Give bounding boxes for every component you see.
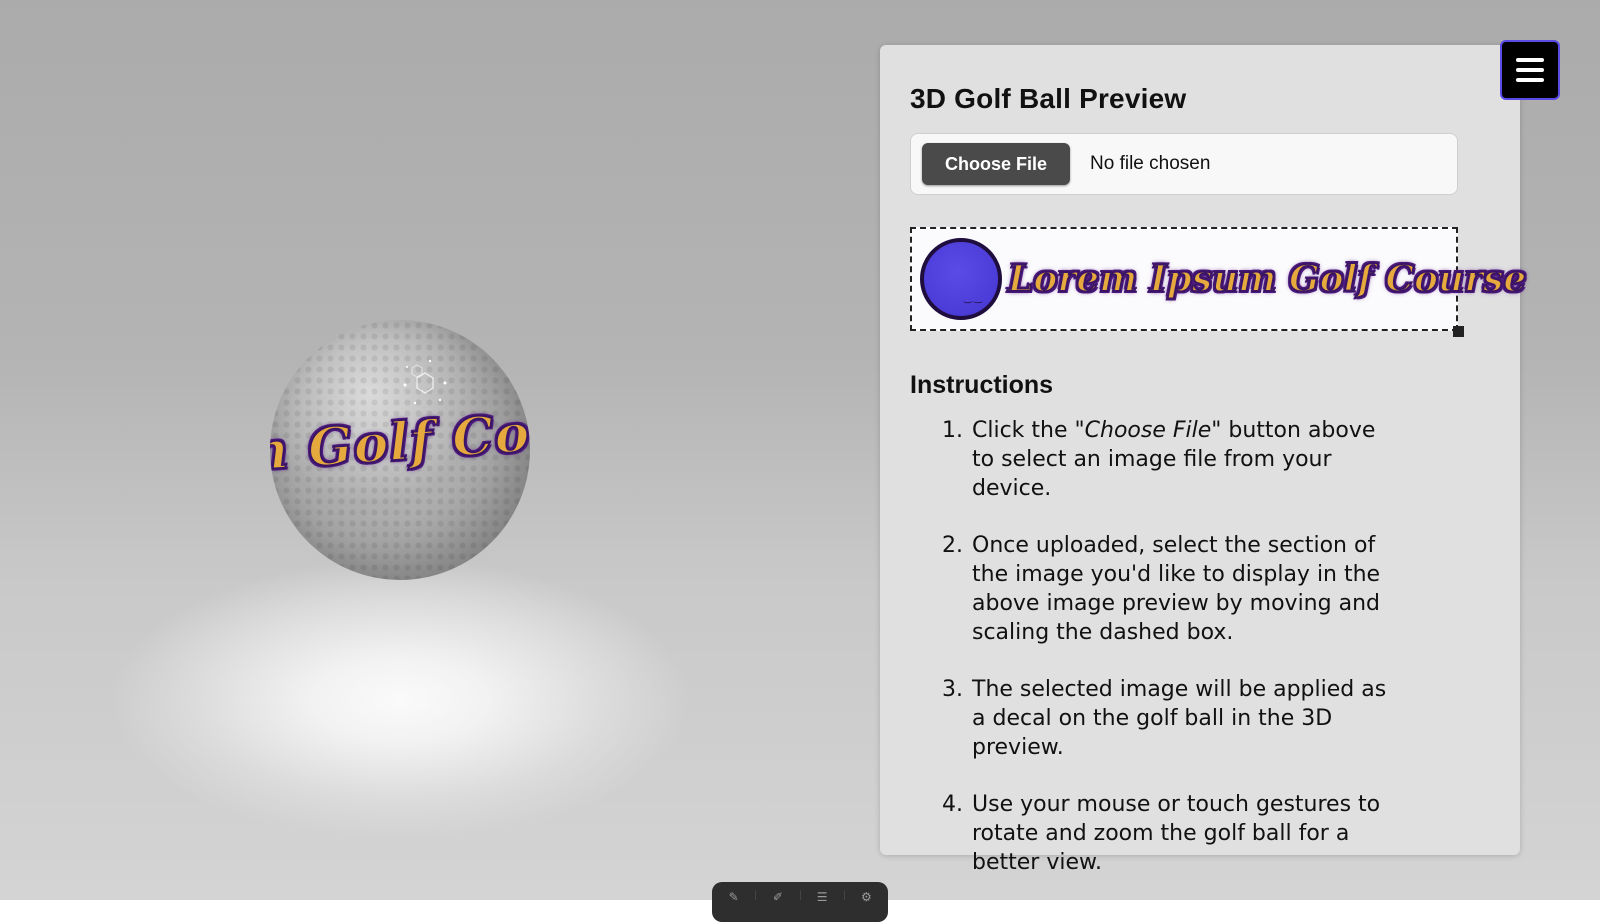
resize-handle[interactable] bbox=[1453, 326, 1464, 337]
toolbar-brush-icon[interactable]: ✐ bbox=[756, 890, 801, 904]
file-status-text: No file chosen bbox=[1090, 153, 1211, 174]
instruction-step: The selected image will be applied as a … bbox=[970, 675, 1400, 762]
panel-title: 3D Golf Ball Preview bbox=[910, 83, 1187, 114]
hamburger-icon-line bbox=[1516, 68, 1544, 72]
decal-crop-box[interactable]: ‿‿ Lorem Ipsum Golf Course bbox=[910, 227, 1527, 337]
instructions-list: Click the "Choose File" button above to … bbox=[910, 416, 1400, 877]
instruction-step: Once uploaded, select the section of the… bbox=[970, 531, 1400, 647]
choose-file-button[interactable]: Choose File bbox=[922, 143, 1070, 185]
toolbar-lines-icon[interactable]: ☰ bbox=[801, 890, 845, 904]
hamburger-icon-line bbox=[1516, 78, 1544, 82]
instructions-heading: Instructions bbox=[910, 371, 1054, 399]
toolbar-pen-icon[interactable]: ✎ bbox=[712, 890, 757, 904]
hamburger-menu-button[interactable] bbox=[1500, 40, 1560, 100]
golf-ball-3d[interactable]: n Golf Course bbox=[270, 320, 530, 580]
bottom-toolbar[interactable]: ✎ ✐ ☰ ⚙ bbox=[712, 882, 888, 922]
instruction-step: Use your mouse or touch gestures to rota… bbox=[970, 790, 1400, 877]
hamburger-icon bbox=[1516, 58, 1544, 62]
file-input[interactable]: Choose File No file chosen bbox=[910, 133, 1458, 195]
control-panel: 3D Golf Ball Preview Choose File No file… bbox=[880, 45, 1527, 875]
decal-preview-text: Lorem Ipsum Golf Course bbox=[1007, 257, 1527, 301]
toolbar-settings-icon[interactable]: ⚙ bbox=[845, 890, 888, 904]
golf-ball-logo-icon: ‿‿ bbox=[920, 238, 1002, 320]
instruction-step: Click the "Choose File" button above to … bbox=[970, 416, 1400, 503]
